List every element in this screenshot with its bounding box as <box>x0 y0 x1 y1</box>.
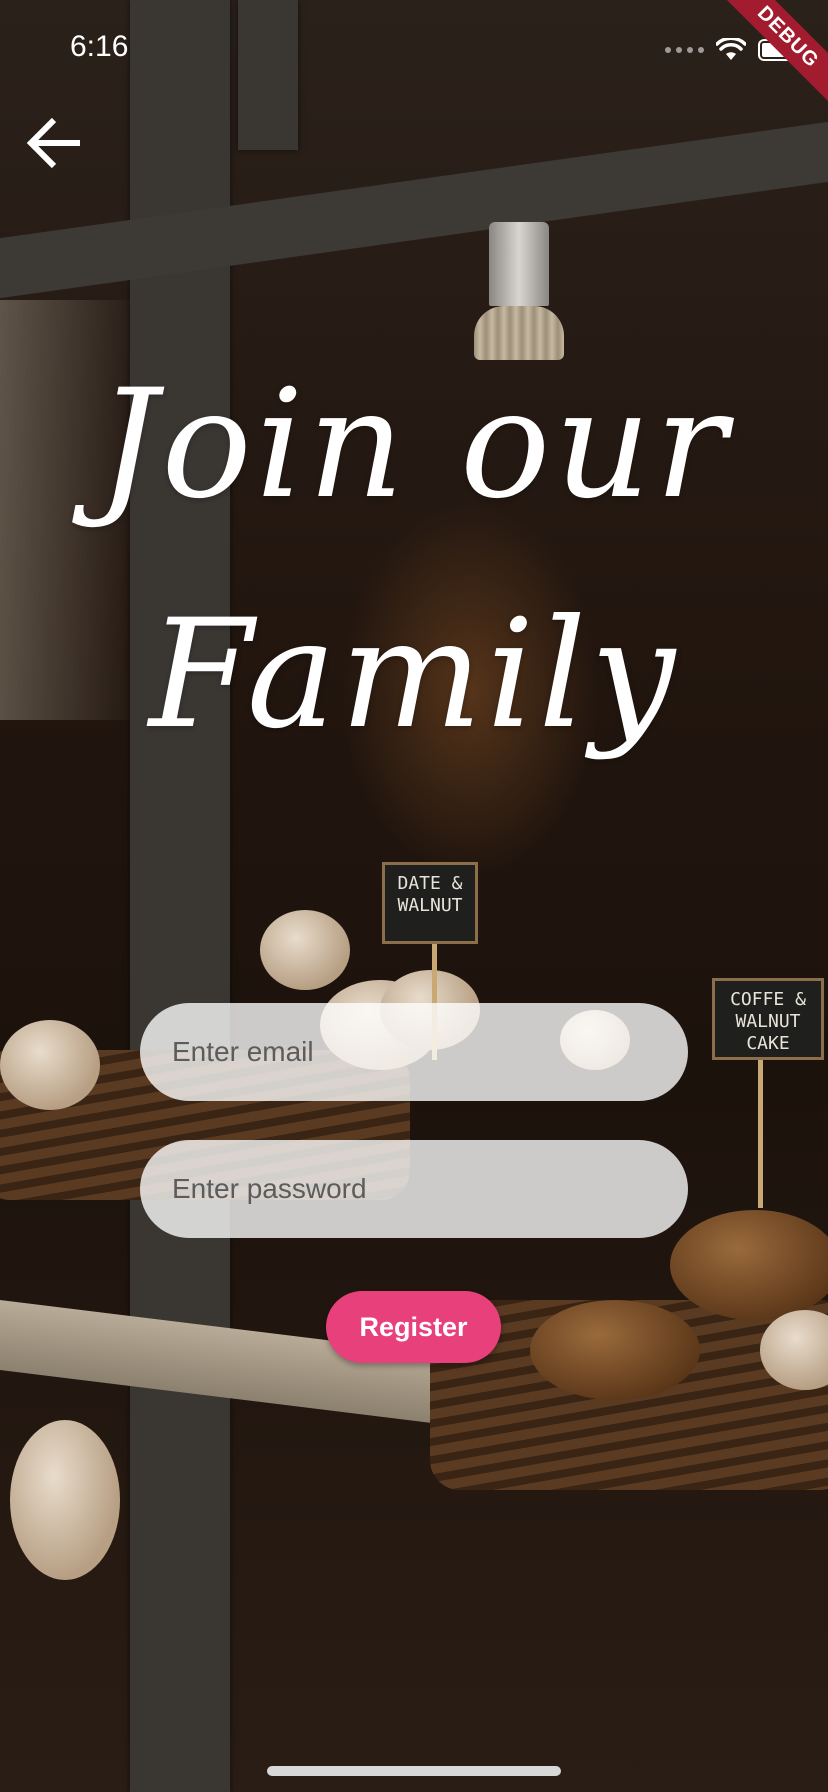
home-indicator[interactable] <box>267 1766 561 1776</box>
arrow-left-icon <box>26 117 80 169</box>
password-field[interactable] <box>140 1140 688 1238</box>
register-button[interactable]: Register <box>326 1291 501 1363</box>
email-field[interactable] <box>140 1003 688 1101</box>
pastry <box>0 1020 100 1110</box>
back-button[interactable] <box>22 110 88 176</box>
email-input[interactable] <box>170 1035 688 1069</box>
pastry-dark <box>530 1300 700 1400</box>
page-title: Join our Family <box>0 330 828 790</box>
sign-stick <box>758 1058 763 1208</box>
window-frame-crossbar <box>0 121 828 299</box>
password-input[interactable] <box>170 1172 688 1206</box>
title-line-1: Join our <box>97 358 731 532</box>
cellular-signal-icon <box>665 47 704 53</box>
sign-date-walnut: DATE & WALNUT <box>382 862 478 944</box>
status-time: 6:16 <box>70 30 129 63</box>
sign-coffee-walnut-cake: COFFE & WALNUT CAKE <box>712 978 824 1060</box>
pastry-dark <box>670 1210 828 1320</box>
bread-loaf <box>10 1420 120 1580</box>
title-line-2: Family <box>148 588 680 762</box>
status-bar: 6:16 <box>0 0 828 96</box>
wifi-icon <box>716 38 746 60</box>
bakery-background-image: DATE & WALNUT COFFE & WALNUT CAKE <box>0 0 828 1792</box>
pastry <box>260 910 350 990</box>
